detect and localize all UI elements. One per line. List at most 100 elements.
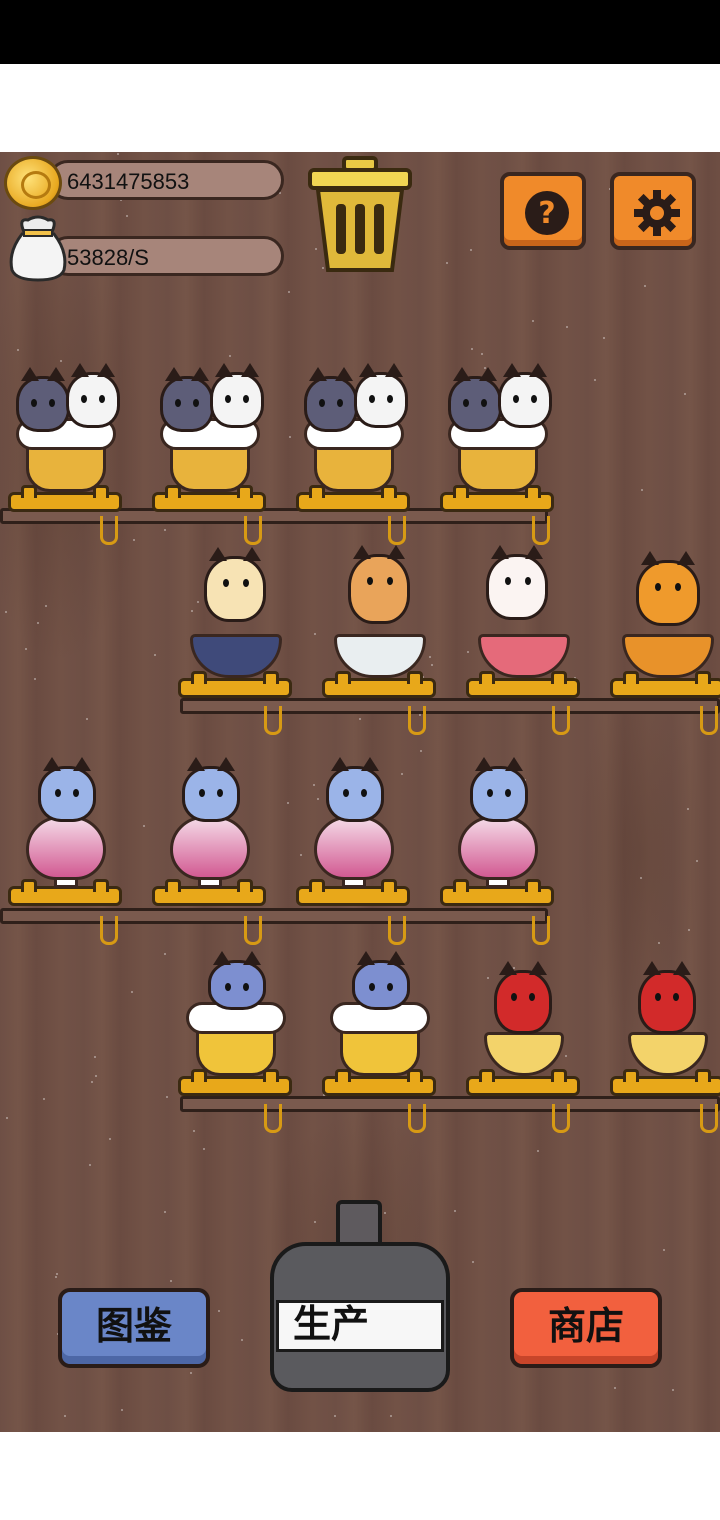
wood-speck xyxy=(594,379,596,381)
wood-speck xyxy=(34,678,36,680)
shelf-hook xyxy=(552,706,570,735)
wood-speck xyxy=(164,1211,166,1213)
wood-speck xyxy=(688,929,690,931)
wood-speck xyxy=(121,1409,123,1411)
shelf-4 xyxy=(180,1096,720,1112)
help-icon: ? xyxy=(525,191,569,235)
shelf-hook xyxy=(264,1104,282,1133)
wood-speck xyxy=(603,337,605,339)
cat-slot-wine-glass-blue-cat[interactable] xyxy=(436,756,560,906)
shelf-hook xyxy=(388,516,406,545)
wood-speck xyxy=(43,1098,45,1100)
wood-speck xyxy=(203,1148,205,1150)
cat-slot-beer-mug-cat-pair[interactable] xyxy=(4,362,128,512)
wood-speck xyxy=(390,1415,392,1417)
shelf-hook xyxy=(552,1104,570,1133)
wood-speck xyxy=(25,648,27,650)
wood-speck xyxy=(566,326,568,328)
wood-speck xyxy=(117,153,119,155)
settings-button[interactable] xyxy=(610,172,696,250)
shelf-hook xyxy=(264,706,282,735)
shelf-hook xyxy=(700,706,718,735)
shelf-hook xyxy=(532,916,550,945)
shelf-hook xyxy=(244,516,262,545)
wood-speck xyxy=(143,825,145,827)
cat-slot-wine-glass-blue-cat[interactable] xyxy=(4,756,128,906)
shelf-hook xyxy=(244,916,262,945)
produce-bottle-button[interactable]: 生产 xyxy=(270,1200,450,1392)
wood-speck xyxy=(17,349,19,351)
cat-slot-golden-heart-cat[interactable] xyxy=(606,946,720,1096)
wood-speck xyxy=(164,953,166,955)
wood-speck xyxy=(94,1056,96,1058)
cat-slot-sombrero-orange-cat[interactable] xyxy=(606,548,720,698)
wood-speck xyxy=(109,1138,111,1140)
shelf-3 xyxy=(0,908,548,924)
money-bag-icon xyxy=(9,215,67,282)
wood-speck xyxy=(193,1130,195,1132)
wood-speck xyxy=(289,436,291,438)
wood-speck xyxy=(471,348,473,350)
wood-speck xyxy=(314,633,316,635)
wood-speck xyxy=(687,808,689,810)
wood-speck xyxy=(164,529,166,531)
shelf-hook xyxy=(100,516,118,545)
wood-speck xyxy=(663,1249,665,1251)
wood-speck xyxy=(5,611,7,613)
cat-slot-wizard-hat-mug-cat[interactable] xyxy=(318,946,442,1096)
wood-speck xyxy=(89,1164,91,1166)
coin-counter: 6431475853 xyxy=(48,160,284,200)
shelf-hook xyxy=(532,516,550,545)
coin-icon xyxy=(4,156,62,210)
wood-speck xyxy=(481,353,483,355)
shelf-hook xyxy=(408,706,426,735)
wood-speck xyxy=(454,1210,456,1212)
bottle-neck xyxy=(336,1200,382,1248)
wood-speck xyxy=(420,750,422,752)
wood-speck xyxy=(241,1339,243,1341)
shelf-hook xyxy=(388,916,406,945)
cat-slot-teacup-calico-cat[interactable] xyxy=(174,547,298,698)
shelf-2 xyxy=(180,698,720,714)
wood-speck xyxy=(37,622,39,624)
wood-speck xyxy=(56,1273,58,1275)
cat-slot-beer-mug-cat-pair[interactable] xyxy=(292,362,416,512)
cat-slot-wine-glass-blue-cat[interactable] xyxy=(292,756,416,906)
wood-speck xyxy=(91,1081,93,1083)
coin-count-text: 6431475853 xyxy=(67,169,190,194)
cat-slot-cloud-teacup-cat[interactable] xyxy=(318,545,442,698)
wood-speck xyxy=(55,1276,57,1278)
cat-slot-beer-mug-cat-pair[interactable] xyxy=(148,362,272,512)
wood-speck xyxy=(6,1117,8,1119)
wood-speck xyxy=(86,718,88,720)
cat-slot-golden-heart-cat[interactable] xyxy=(462,946,586,1096)
wood-speck xyxy=(64,1415,66,1417)
status-bar xyxy=(0,0,720,64)
wood-speck xyxy=(334,1415,336,1417)
cat-slot-wizard-hat-mug-cat[interactable] xyxy=(174,946,298,1096)
wood-speck xyxy=(229,355,231,357)
wood-speck xyxy=(658,942,660,944)
cat-slot-ramen-bowl-cat[interactable] xyxy=(462,545,586,698)
cat-slot-beer-mug-cat-pair[interactable] xyxy=(436,362,560,512)
trash-can-icon[interactable] xyxy=(306,156,414,274)
wood-speck xyxy=(154,654,156,656)
income-counter: 53828/S xyxy=(48,236,284,276)
shelf-hook xyxy=(408,1104,426,1133)
wood-speck xyxy=(359,718,361,720)
wood-speck xyxy=(287,802,289,804)
wood-speck xyxy=(45,605,47,607)
wood-speck xyxy=(472,1261,474,1263)
shelf-hook xyxy=(100,916,118,945)
shelf-hook xyxy=(700,1104,718,1133)
shop-button[interactable]: 商店 xyxy=(510,1288,662,1368)
wood-speck xyxy=(696,860,698,862)
wood-speck xyxy=(170,1280,172,1282)
wood-speck xyxy=(470,249,472,251)
collection-button[interactable]: 图鉴 xyxy=(58,1288,210,1368)
wood-speck xyxy=(640,877,642,879)
help-button[interactable]: ? xyxy=(500,172,586,250)
cat-slot-wine-glass-blue-cat[interactable] xyxy=(148,756,272,906)
wood-speck xyxy=(133,539,135,541)
wood-speck xyxy=(614,1387,616,1389)
